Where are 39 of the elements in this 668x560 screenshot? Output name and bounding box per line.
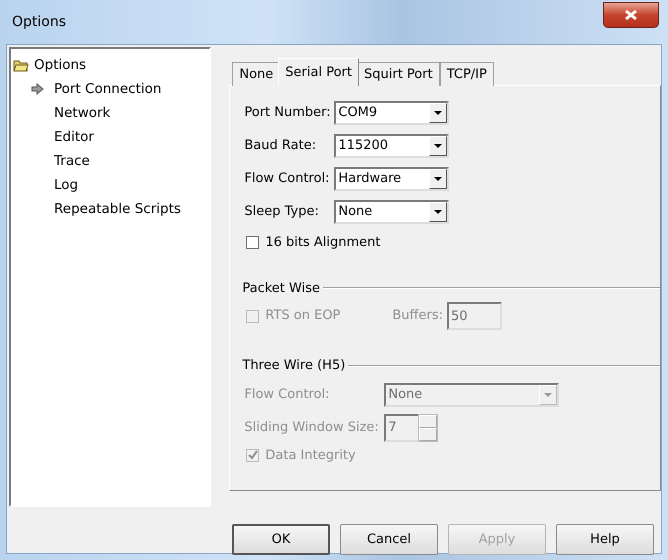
tree-item[interactable]: Network: [53, 102, 112, 124]
dialog-button[interactable]: Help: [556, 524, 654, 555]
dropdown[interactable]: COM9: [334, 101, 450, 125]
field-label: Sliding Window Size:: [244, 418, 380, 437]
window-title: Options: [12, 14, 66, 30]
close-button[interactable]: [603, 2, 659, 28]
close-icon: [624, 9, 638, 21]
group-title: Packet Wise: [242, 280, 320, 298]
dropdown-arrow-icon: [434, 177, 442, 181]
dialog-button[interactable]: OK: [232, 524, 330, 555]
tree-item[interactable]: Log: [53, 174, 80, 196]
checkbox[interactable]: [246, 236, 260, 250]
field-label: Sleep Type:: [244, 203, 320, 222]
tab[interactable]: None: [232, 62, 280, 86]
dropdown[interactable]: 115200: [334, 134, 450, 158]
dropdown[interactable]: None: [334, 200, 450, 224]
field-label: Port Number:: [244, 104, 332, 122]
tree-item[interactable]: Options: [33, 54, 88, 76]
tree-item[interactable]: Repeatable Scripts: [53, 198, 182, 220]
checkbox-label: Data Integrity: [265, 446, 356, 464]
dropdown-arrow-icon: [434, 210, 442, 214]
field-label: Buffers:: [392, 307, 443, 326]
checkbox-label: 16 bits Alignment: [265, 234, 381, 252]
tree-item[interactable]: Editor: [53, 126, 95, 148]
tree-item[interactable]: Trace: [53, 150, 91, 172]
tab[interactable]: Squirt Port: [357, 62, 440, 86]
dropdown-arrow-icon: [434, 111, 442, 115]
dropdown-arrow-icon: [434, 144, 442, 148]
checkbox-label: RTS on EOP: [265, 307, 340, 326]
tab[interactable]: Serial Port: [278, 58, 359, 86]
checkmark-icon: [248, 450, 258, 460]
dialog-button[interactable]: Cancel: [340, 524, 438, 555]
dropdown[interactable]: Hardware: [334, 167, 450, 191]
field-label: Flow Control:: [244, 170, 331, 188]
tab[interactable]: TCP/IP: [440, 62, 494, 86]
field-label: Flow Control:: [244, 386, 331, 404]
group-title: Three Wire (H5): [242, 357, 346, 375]
dropdown-arrow-icon: [544, 392, 552, 396]
field-label: Baud Rate:: [244, 137, 318, 156]
